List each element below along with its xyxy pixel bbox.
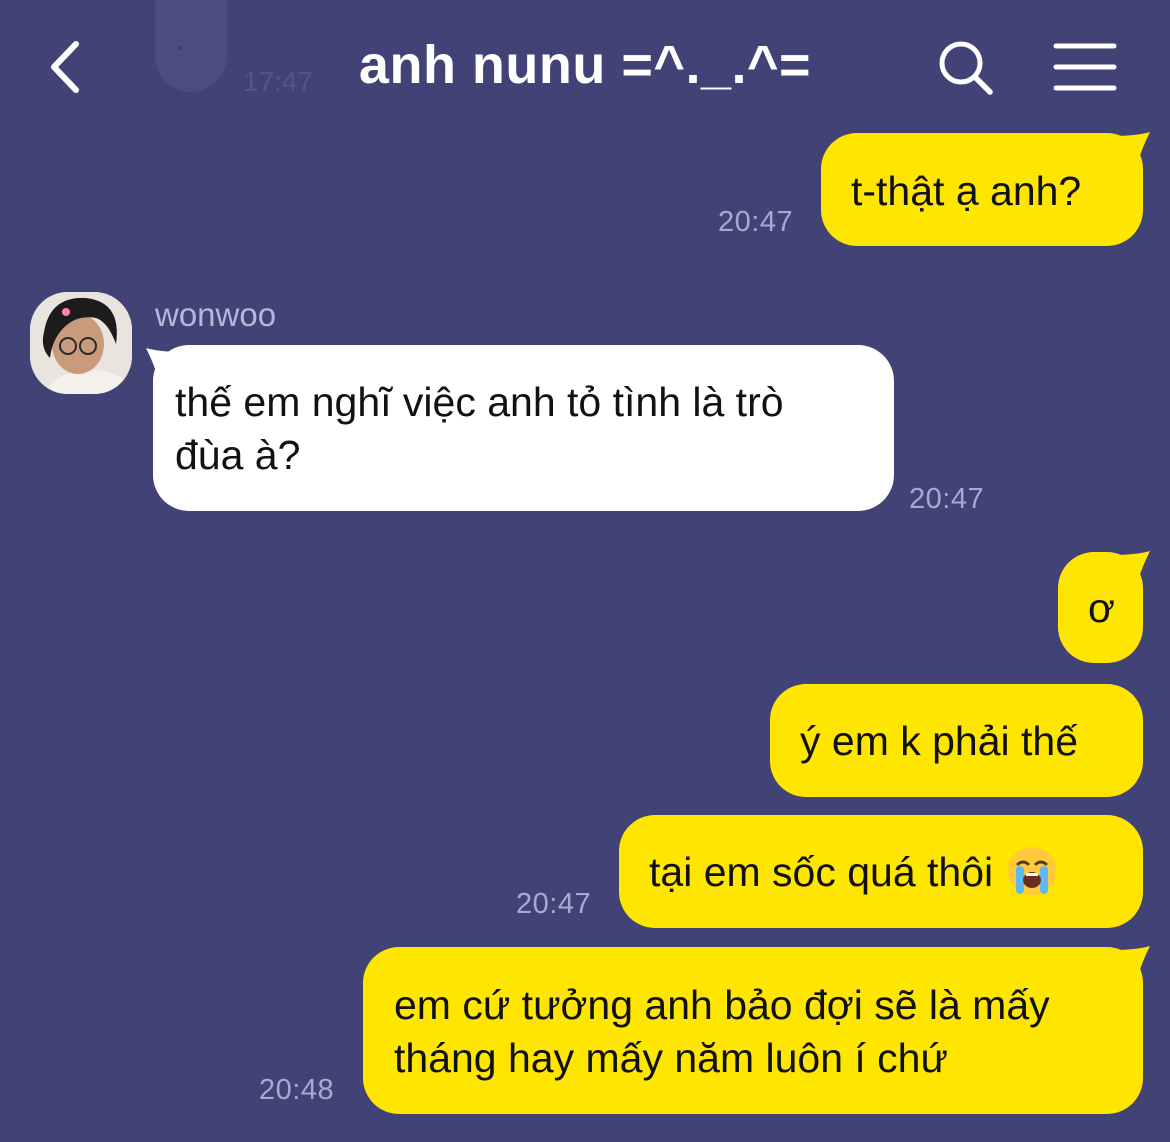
message-text-line-1: em cứ tưởng anh bảo đợi sẽ là mấy	[394, 982, 1050, 1028]
avatar[interactable]	[30, 292, 132, 394]
outgoing-message-bubble[interactable]: t-thật ạ anh?	[821, 133, 1143, 246]
search-icon[interactable]	[934, 36, 998, 100]
message-text-line-2: tháng hay mấy năm luôn í chứ	[394, 1035, 948, 1081]
incoming-message-bubble[interactable]: thế em nghĩ việc anh tỏ tình là trò đùa …	[153, 345, 894, 511]
outgoing-message-bubble[interactable]: tại em sốc quá thôi	[619, 815, 1143, 928]
loudly-crying-face-icon	[1005, 844, 1059, 898]
bubble-tail	[1112, 551, 1150, 581]
message-text: ý em k phải thế	[800, 718, 1079, 764]
message-timestamp: 20:47	[718, 206, 794, 238]
chat-header: anh nunu =^._.^=	[0, 0, 1170, 130]
message-text-line-1: thế em nghĩ việc anh tỏ tình là trò	[175, 379, 784, 425]
message-text-line-2: đùa à?	[175, 432, 301, 478]
message-text: tại em sốc quá thôi	[649, 849, 994, 895]
back-chevron-icon[interactable]	[40, 36, 96, 98]
message-timestamp: 20:48	[259, 1074, 335, 1106]
bubble-tail	[1112, 946, 1150, 976]
outgoing-message-bubble[interactable]: em cứ tưởng anh bảo đợi sẽ là mấy tháng …	[363, 947, 1143, 1114]
hamburger-menu-icon[interactable]	[1052, 40, 1118, 94]
chat-title: anh nunu =^._.^=	[358, 35, 812, 95]
bubble-tail	[1112, 132, 1150, 162]
message-text: t-thật ạ anh?	[851, 168, 1082, 214]
message-timestamp: 20:47	[909, 483, 985, 515]
outgoing-message-bubble[interactable]: ý em k phải thế	[770, 684, 1143, 797]
message-text: ơ	[1088, 585, 1115, 631]
message-timestamp: 20:47	[516, 888, 592, 920]
sender-name: wonwoo	[155, 296, 277, 333]
